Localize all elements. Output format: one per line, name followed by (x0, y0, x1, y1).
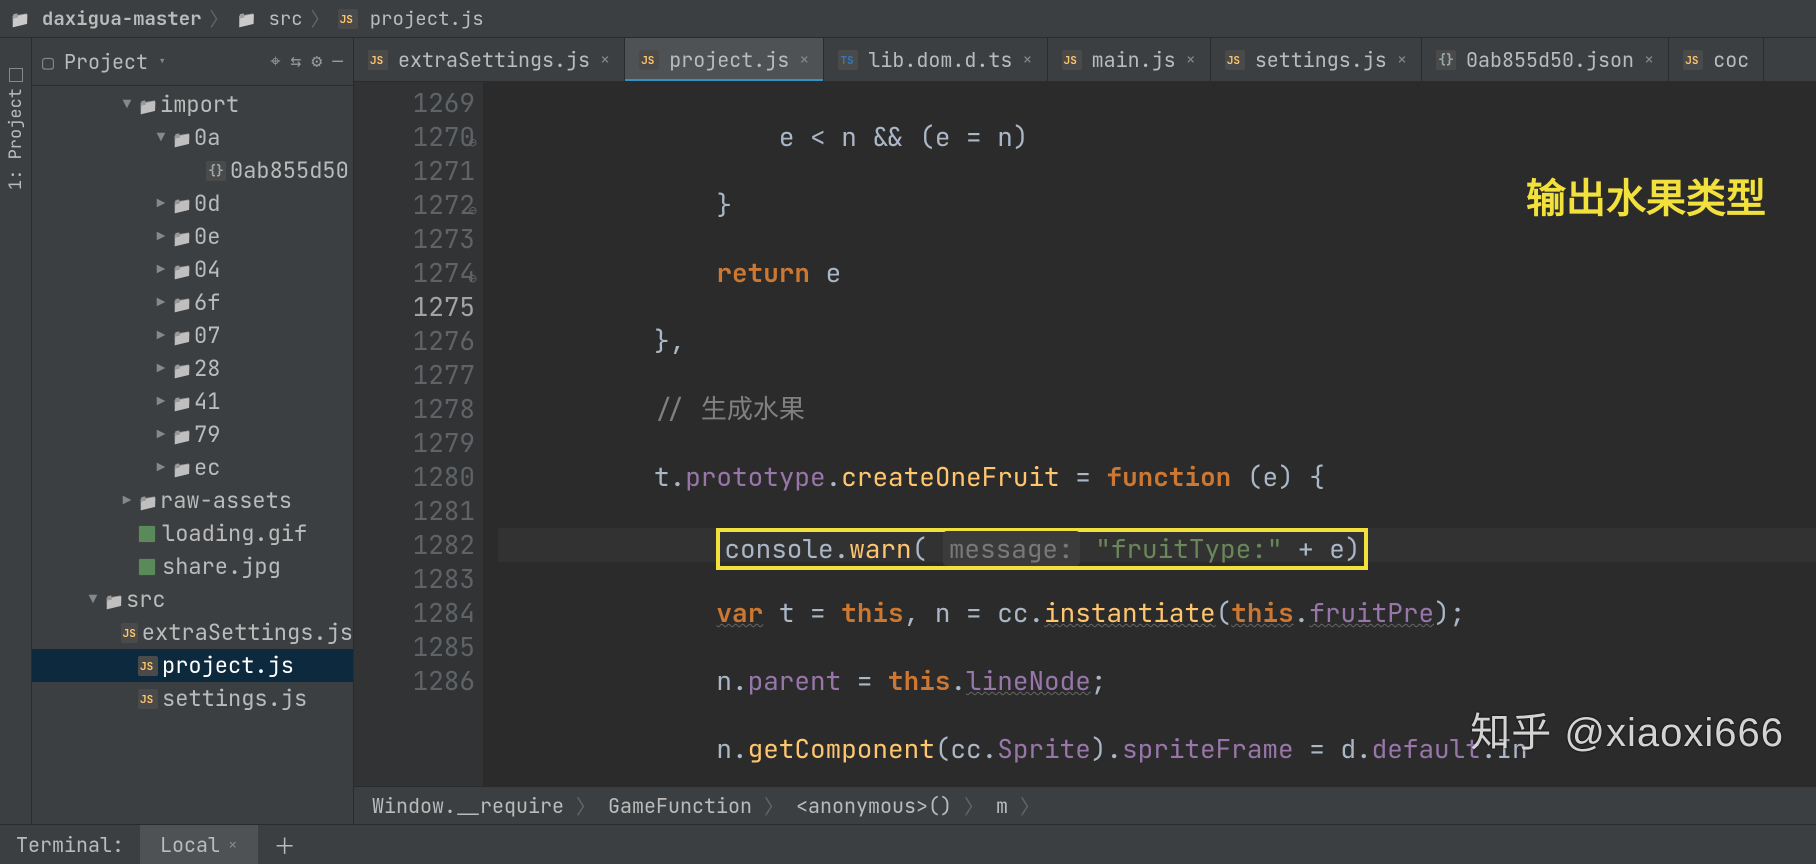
tree-folder-src[interactable]: src (32, 583, 353, 616)
folder-icon (10, 6, 34, 31)
js-file-icon (1062, 50, 1082, 70)
breadcrumb-src[interactable]: src (268, 6, 302, 31)
tree-folder-0e[interactable]: 0e (32, 220, 353, 253)
close-icon[interactable]: × (799, 49, 809, 71)
tree-folder-28[interactable]: 28 (32, 352, 353, 385)
close-icon[interactable]: × (1644, 49, 1654, 71)
chevron-right-icon: 〉 (210, 5, 229, 32)
close-icon[interactable]: × (228, 834, 238, 855)
tree-folder-raw-assets[interactable]: raw-assets (32, 484, 353, 517)
tab-main[interactable]: main.js× (1048, 38, 1211, 81)
project-tool-icon[interactable] (9, 68, 23, 82)
close-icon[interactable]: × (1397, 49, 1407, 71)
tree-folder-41[interactable]: 41 (32, 385, 353, 418)
tree-folder-0d[interactable]: 0d (32, 187, 353, 220)
tool-window-rail: 1: Project (0, 38, 32, 824)
breadcrumb-root[interactable]: daxigua-master (42, 6, 202, 31)
terminal-bar: Terminal: Local× ＋ (0, 824, 1816, 864)
project-tree[interactable]: import 0a 0ab855d50 0d 0e 04 6f 07 28 41… (32, 86, 353, 824)
tab-project[interactable]: project.js× (625, 38, 824, 81)
js-file-icon (338, 9, 358, 29)
tree-folder-79[interactable]: 79 (32, 418, 353, 451)
js-file-icon (1683, 50, 1703, 70)
editor-gutter[interactable]: 12691270⊖12711272⊖12731274⊖1275127612771… (354, 82, 484, 786)
ts-file-icon (838, 50, 858, 70)
project-tool-label[interactable]: 1: Project (5, 88, 27, 190)
breadcrumb: daxigua-master 〉 src 〉 project.js (0, 0, 1816, 38)
terminal-label[interactable]: Terminal: (0, 832, 140, 858)
tree-folder-6f[interactable]: 6f (32, 286, 353, 319)
tree-file-extrasettings[interactable]: extraSettings.js (32, 616, 353, 649)
watermark-text: 知乎 @xiaoxi666 (1470, 700, 1784, 758)
breadcrumb-file[interactable]: project.js (370, 6, 484, 31)
tab-0ab855d50[interactable]: 0ab855d50.json× (1422, 38, 1669, 81)
image-file-icon (138, 558, 156, 576)
js-file-icon (1225, 50, 1245, 70)
folder-icon (237, 6, 261, 31)
tree-file-0ab855d50[interactable]: 0ab855d50 (32, 154, 353, 187)
close-icon[interactable]: × (600, 49, 610, 71)
tree-file-project[interactable]: project.js (32, 649, 353, 682)
js-file-icon (138, 656, 158, 676)
image-file-icon (138, 525, 156, 543)
tab-libdom[interactable]: lib.dom.d.ts× (824, 38, 1047, 81)
tree-folder-07[interactable]: 07 (32, 319, 353, 352)
crumb-item[interactable]: <anonymous>() (796, 793, 952, 819)
annotation-text: 输出水果类型 (1526, 166, 1766, 224)
add-terminal-button[interactable]: ＋ (258, 829, 312, 861)
js-file-icon (121, 623, 138, 643)
target-icon[interactable]: ⌖ (270, 50, 280, 73)
tree-file-settings[interactable]: settings.js (32, 682, 353, 715)
panel-view-icon: ▢ (42, 49, 54, 75)
json-file-icon (1436, 50, 1456, 70)
tab-settings[interactable]: settings.js× (1211, 38, 1422, 81)
tree-folder-import[interactable]: import (32, 88, 353, 121)
project-panel: ▢ Project ⌖ ⇆ ⚙ — import 0a 0ab855d50 0d… (32, 38, 354, 824)
close-icon[interactable]: × (1186, 49, 1196, 71)
json-file-icon (206, 161, 226, 181)
tab-extrasettings[interactable]: extraSettings.js× (354, 38, 625, 81)
crumb-item[interactable]: Window.__require (372, 793, 564, 819)
tab-coc[interactable]: coc (1669, 38, 1764, 81)
chevron-right-icon: 〉 (311, 5, 330, 32)
terminal-tab-local[interactable]: Local× (140, 825, 258, 864)
expand-icon[interactable]: ⇆ (291, 50, 302, 73)
project-panel-header: ▢ Project ⌖ ⇆ ⚙ — (32, 38, 353, 86)
gear-icon[interactable]: ⚙ (311, 50, 322, 73)
js-file-icon (639, 50, 659, 70)
tree-folder-0a[interactable]: 0a (32, 121, 353, 154)
js-file-icon (368, 50, 388, 70)
tree-file-loading-gif[interactable]: loading.gif (32, 517, 353, 550)
structure-breadcrumb: Window.__require〉 GameFunction〉 <anonymo… (354, 786, 1816, 824)
crumb-item[interactable]: GameFunction (608, 793, 752, 819)
highlighted-code-box: console.warn( message: "fruitType:" + e) (716, 528, 1368, 570)
minimize-icon[interactable]: — (332, 50, 343, 73)
js-file-icon (138, 689, 158, 709)
tree-file-share-jpg[interactable]: share.jpg (32, 550, 353, 583)
project-panel-title[interactable]: Project (64, 49, 166, 75)
crumb-item[interactable]: m (996, 793, 1008, 819)
tree-folder-ec[interactable]: ec (32, 451, 353, 484)
close-icon[interactable]: × (1022, 49, 1032, 71)
editor-area: extraSettings.js× project.js× lib.dom.d.… (354, 38, 1816, 824)
tree-folder-04[interactable]: 04 (32, 253, 353, 286)
editor-tabs: extraSettings.js× project.js× lib.dom.d.… (354, 38, 1816, 82)
